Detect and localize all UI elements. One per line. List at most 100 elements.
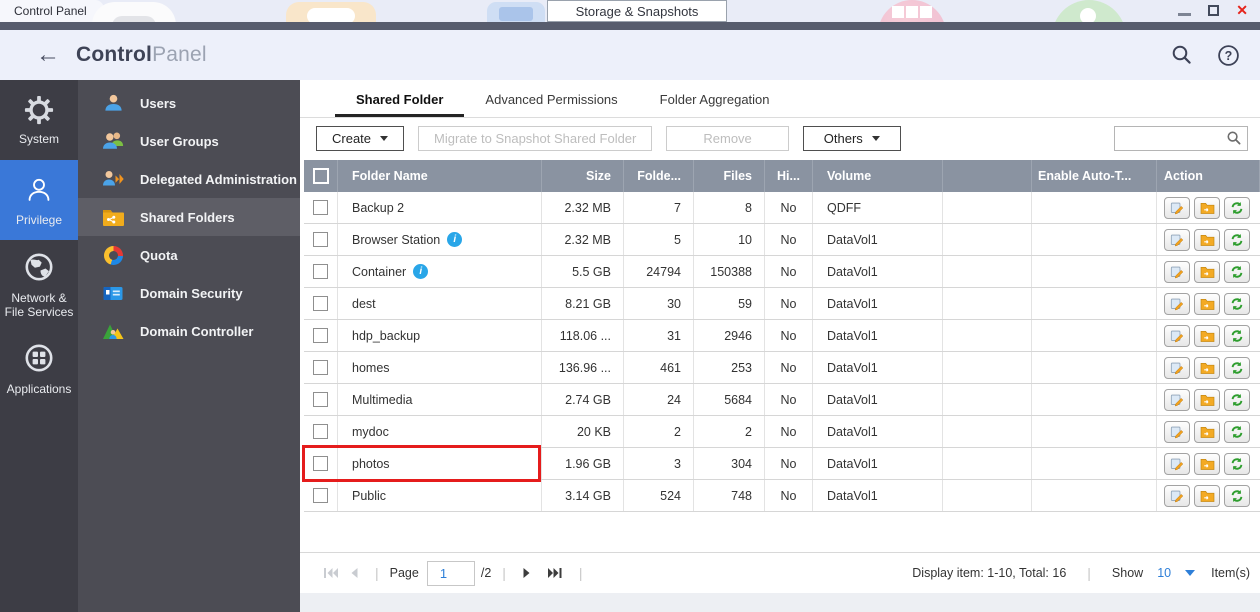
- refresh-button[interactable]: [1224, 324, 1250, 347]
- edit-properties-button[interactable]: [1164, 260, 1190, 283]
- tab-shared-folder[interactable]: Shared Folder: [335, 92, 465, 117]
- edit-properties-button[interactable]: [1164, 196, 1190, 219]
- row-checkbox[interactable]: [313, 232, 328, 247]
- table-row[interactable]: dest i 8.21 GB 30 59 No DataVol1: [304, 288, 1260, 320]
- edit-permissions-button[interactable]: [1194, 324, 1220, 347]
- table-row[interactable]: Container i 5.5 GB 24794 150388 No DataV…: [304, 256, 1260, 288]
- sidebar-item-domain-controller[interactable]: Domain Controller: [78, 312, 300, 350]
- row-checkbox[interactable]: [313, 264, 328, 279]
- row-checkbox[interactable]: [313, 456, 328, 471]
- info-icon[interactable]: i: [447, 232, 463, 247]
- chevron-down-icon[interactable]: [1185, 570, 1196, 576]
- refresh-button[interactable]: [1224, 484, 1250, 507]
- refresh-button[interactable]: [1224, 196, 1250, 219]
- sidebar-item-applications[interactable]: Applications: [0, 328, 78, 408]
- table-search-box[interactable]: [1114, 125, 1248, 151]
- column-folder-name[interactable]: Folder Name: [338, 160, 542, 192]
- first-page-button[interactable]: [323, 567, 339, 579]
- tab-advanced-permissions[interactable]: Advanced Permissions: [464, 92, 638, 117]
- edit-permissions-button[interactable]: [1194, 292, 1220, 315]
- column-enable-auto[interactable]: Enable Auto-T...: [1032, 160, 1157, 192]
- sidebar-item-quota[interactable]: Quota: [78, 236, 300, 274]
- search-icon[interactable]: [1171, 44, 1193, 66]
- edit-permissions-button[interactable]: [1194, 196, 1220, 219]
- select-all-checkbox[interactable]: [304, 160, 338, 192]
- table-row[interactable]: homes i 136.96 ... 461 253 No DataVol1: [304, 352, 1260, 384]
- storage-snapshots-tab[interactable]: Storage & Snapshots: [547, 0, 727, 22]
- help-icon[interactable]: ?: [1217, 44, 1240, 67]
- column-folders[interactable]: Folde...: [624, 160, 694, 192]
- sidebar-item-users[interactable]: Users: [78, 84, 300, 122]
- maximize-button[interactable]: [1208, 4, 1220, 16]
- tab-folder-aggregation[interactable]: Folder Aggregation: [639, 92, 791, 117]
- refresh-button[interactable]: [1224, 420, 1250, 443]
- sidebar-item-shared-folders[interactable]: Shared Folders: [78, 198, 300, 236]
- prev-page-button[interactable]: [349, 567, 359, 579]
- row-checkbox-cell[interactable]: [304, 416, 338, 447]
- edit-properties-button[interactable]: [1164, 292, 1190, 315]
- show-count-value[interactable]: 10: [1157, 566, 1171, 580]
- row-checkbox-cell[interactable]: [304, 224, 338, 255]
- edit-permissions-button[interactable]: [1194, 420, 1220, 443]
- create-button[interactable]: Create: [316, 125, 405, 151]
- table-row[interactable]: photos i 1.96 GB 3 304 No DataVol1: [302, 445, 1260, 482]
- remove-button[interactable]: Remove: [666, 125, 789, 151]
- row-checkbox-cell[interactable]: [304, 352, 338, 383]
- table-row[interactable]: Public i 3.14 GB 524 748 No DataVol1: [304, 480, 1260, 512]
- column-volume[interactable]: Volume: [813, 160, 943, 192]
- row-checkbox-cell[interactable]: [304, 192, 338, 223]
- row-checkbox[interactable]: [313, 360, 328, 375]
- row-checkbox[interactable]: [313, 488, 328, 503]
- row-checkbox[interactable]: [313, 200, 328, 215]
- refresh-button[interactable]: [1224, 292, 1250, 315]
- page-number-input[interactable]: [426, 560, 475, 586]
- edit-permissions-button[interactable]: [1194, 484, 1220, 507]
- refresh-button[interactable]: [1224, 228, 1250, 251]
- row-checkbox[interactable]: [313, 296, 328, 311]
- table-row[interactable]: mydoc i 20 KB 2 2 No DataVol1: [304, 416, 1260, 448]
- edit-properties-button[interactable]: [1164, 388, 1190, 411]
- next-page-button[interactable]: [522, 567, 532, 579]
- row-checkbox-cell[interactable]: [304, 384, 338, 415]
- search-icon[interactable]: [1226, 130, 1242, 146]
- table-search-input[interactable]: [1115, 126, 1226, 150]
- column-size[interactable]: Size: [542, 160, 624, 192]
- table-row[interactable]: Backup 2 i 2.32 MB 7 8 No QDFF: [304, 192, 1260, 224]
- row-checkbox-cell[interactable]: [304, 448, 338, 479]
- refresh-button[interactable]: [1224, 452, 1250, 475]
- row-checkbox-cell[interactable]: [304, 480, 338, 511]
- minimize-button[interactable]: [1178, 13, 1192, 16]
- row-checkbox[interactable]: [313, 392, 328, 407]
- sidebar-item-delegated-administration[interactable]: Delegated Administration: [78, 160, 300, 198]
- edit-permissions-button[interactable]: [1194, 452, 1220, 475]
- sidebar-item-domain-security[interactable]: Domain Security: [78, 274, 300, 312]
- row-checkbox-cell[interactable]: [304, 320, 338, 351]
- table-row[interactable]: Browser Station i 2.32 MB 5 10 No DataVo…: [304, 224, 1260, 256]
- sidebar-item-user-groups[interactable]: User Groups: [78, 122, 300, 160]
- sidebar-item-network-file-services[interactable]: Network & File Services: [0, 240, 78, 328]
- last-page-button[interactable]: [547, 567, 563, 579]
- row-checkbox[interactable]: [313, 328, 328, 343]
- edit-properties-button[interactable]: [1164, 228, 1190, 251]
- edit-permissions-button[interactable]: [1194, 228, 1220, 251]
- sidebar-item-privilege[interactable]: Privilege: [0, 160, 78, 240]
- table-row[interactable]: Multimedia i 2.74 GB 24 5684 No DataVol1: [304, 384, 1260, 416]
- row-checkbox[interactable]: [313, 424, 328, 439]
- edit-permissions-button[interactable]: [1194, 356, 1220, 379]
- row-checkbox-cell[interactable]: [304, 288, 338, 319]
- refresh-button[interactable]: [1224, 388, 1250, 411]
- close-button[interactable]: ✕: [1236, 3, 1248, 17]
- migrate-button[interactable]: Migrate to Snapshot Shared Folder: [418, 125, 653, 151]
- edit-properties-button[interactable]: [1164, 484, 1190, 507]
- edit-properties-button[interactable]: [1164, 420, 1190, 443]
- sidebar-item-system[interactable]: System: [0, 80, 78, 160]
- row-checkbox-cell[interactable]: [304, 256, 338, 287]
- refresh-button[interactable]: [1224, 260, 1250, 283]
- column-files[interactable]: Files: [694, 160, 765, 192]
- edit-properties-button[interactable]: [1164, 452, 1190, 475]
- back-arrow-icon[interactable]: ←: [36, 43, 60, 67]
- others-button[interactable]: Others: [802, 125, 901, 151]
- taskbar-tab-label[interactable]: Control Panel: [14, 4, 87, 18]
- table-row[interactable]: hdp_backup i 118.06 ... 31 2946 No DataV…: [304, 320, 1260, 352]
- column-hidden[interactable]: Hi...: [765, 160, 813, 192]
